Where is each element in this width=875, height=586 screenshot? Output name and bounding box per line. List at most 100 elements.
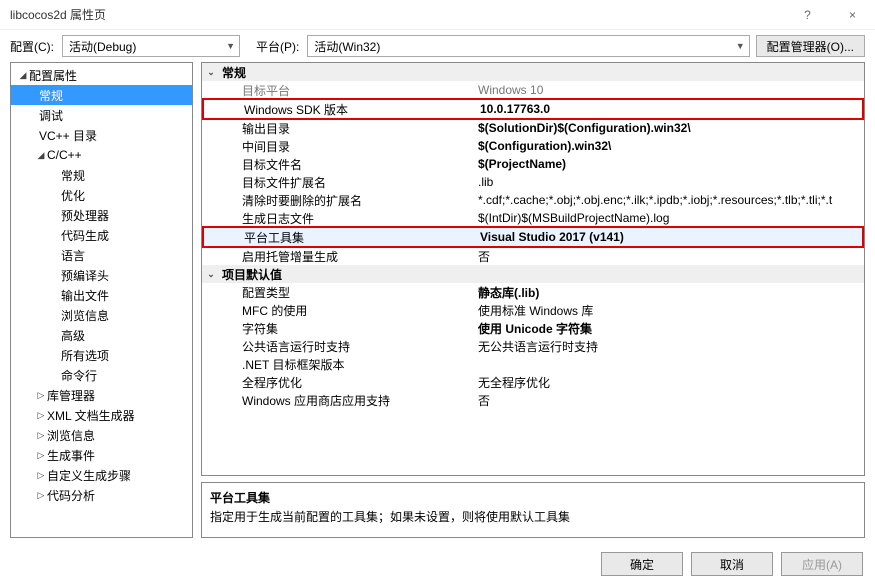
grid-row[interactable]: 清除时要删除的扩展名*.cdf;*.cache;*.obj;*.obj.enc;… xyxy=(202,191,864,209)
platform-value: 活动(Win32) xyxy=(314,38,729,55)
expand-icon: ▷ xyxy=(35,450,47,461)
property-label: 启用托管增量生成 xyxy=(220,248,472,265)
tree-item[interactable]: 所有选项 xyxy=(11,345,192,365)
property-value[interactable]: 无公共语言运行时支持 xyxy=(472,338,864,355)
nav-tree[interactable]: ◢配置属性 常规 调试 VC++ 目录 ◢C/C++ 常规 优化 预处理器 代码… xyxy=(10,62,193,538)
grid-row[interactable]: MFC 的使用使用标准 Windows 库 xyxy=(202,301,864,319)
property-value[interactable]: Windows 10 xyxy=(472,83,864,97)
property-label: 字符集 xyxy=(220,320,472,337)
tree-item-general[interactable]: 常规 xyxy=(11,85,192,105)
property-value[interactable]: $(SolutionDir)$(Configuration).win32\ xyxy=(472,121,864,135)
config-label: 配置(C): xyxy=(10,38,54,55)
grid-row[interactable]: 输出目录$(SolutionDir)$(Configuration).win32… xyxy=(202,119,864,137)
config-manager-button[interactable]: 配置管理器(O)... xyxy=(756,35,865,57)
grid-row[interactable]: 配置类型静态库(.lib) xyxy=(202,283,864,301)
property-label: 公共语言运行时支持 xyxy=(220,338,472,355)
tree-item[interactable]: 代码生成 xyxy=(11,225,192,245)
help-icon[interactable]: ? xyxy=(785,0,830,30)
tree-item[interactable]: ▷自定义生成步骤 xyxy=(11,465,192,485)
tree-item[interactable]: ▷代码分析 xyxy=(11,485,192,505)
property-label: 全程序优化 xyxy=(220,374,472,391)
tree-item[interactable]: 常规 xyxy=(11,165,192,185)
property-value[interactable]: *.cdf;*.cache;*.obj;*.obj.enc;*.ilk;*.ip… xyxy=(472,193,864,207)
window-title: libcocos2d 属性页 xyxy=(10,6,785,23)
tree-item[interactable]: 语言 xyxy=(11,245,192,265)
tree-item[interactable]: 预编译头 xyxy=(11,265,192,285)
property-label: 目标文件名 xyxy=(220,156,472,173)
grid-row[interactable]: 启用托管增量生成否 xyxy=(202,247,864,265)
grid-row[interactable]: .NET 目标框架版本 xyxy=(202,355,864,373)
description-text: 指定用于生成当前配置的工具集；如果未设置，则将使用默认工具集 xyxy=(210,508,856,525)
property-label: 生成日志文件 xyxy=(220,210,472,227)
property-value[interactable]: $(Configuration).win32\ xyxy=(472,139,864,153)
property-grid[interactable]: ⌄常规目标平台Windows 10Windows SDK 版本10.0.1776… xyxy=(201,62,865,476)
tree-item[interactable]: 优化 xyxy=(11,185,192,205)
grid-row[interactable]: 目标文件扩展名.lib xyxy=(202,173,864,191)
tree-item-debug[interactable]: 调试 xyxy=(11,105,192,125)
titlebar: libcocos2d 属性页 ? × xyxy=(0,0,875,30)
tree-item[interactable]: 浏览信息 xyxy=(11,305,192,325)
expand-icon: ▷ xyxy=(35,410,47,421)
grid-row[interactable]: 公共语言运行时支持无公共语言运行时支持 xyxy=(202,337,864,355)
apply-button[interactable]: 应用(A) xyxy=(781,552,863,576)
tree-item[interactable]: 预处理器 xyxy=(11,205,192,225)
grid-row[interactable]: 生成日志文件$(IntDir)$(MSBuildProjectName).log xyxy=(202,209,864,227)
close-icon[interactable]: × xyxy=(830,0,875,30)
property-value[interactable]: 无全程序优化 xyxy=(472,374,864,391)
property-value[interactable]: .lib xyxy=(472,175,864,189)
grid-row[interactable]: 平台工具集Visual Studio 2017 (v141) xyxy=(204,228,862,246)
description-title: 平台工具集 xyxy=(210,489,856,506)
tree-item[interactable]: ▷XML 文档生成器 xyxy=(11,405,192,425)
grid-row[interactable]: 中间目录$(Configuration).win32\ xyxy=(202,137,864,155)
property-label: MFC 的使用 xyxy=(220,302,472,319)
expand-icon: ▷ xyxy=(35,490,47,501)
platform-label: 平台(P): xyxy=(256,38,299,55)
tree-item[interactable]: 命令行 xyxy=(11,365,192,385)
grid-row[interactable]: 字符集使用 Unicode 字符集 xyxy=(202,319,864,337)
ok-button[interactable]: 确定 xyxy=(601,552,683,576)
property-value[interactable]: $(ProjectName) xyxy=(472,157,864,171)
property-label: 清除时要删除的扩展名 xyxy=(220,192,472,209)
chevron-down-icon: ▼ xyxy=(226,41,235,51)
grid-row[interactable]: Windows SDK 版本10.0.17763.0 xyxy=(204,100,862,118)
property-label: .NET 目标框架版本 xyxy=(220,356,472,373)
tree-item[interactable]: ▷库管理器 xyxy=(11,385,192,405)
tree-item[interactable]: ▷浏览信息 xyxy=(11,425,192,445)
property-value[interactable]: 否 xyxy=(472,392,864,409)
collapse-icon: ⌄ xyxy=(202,269,220,280)
grid-row[interactable]: 目标平台Windows 10 xyxy=(202,81,864,99)
property-label: 目标平台 xyxy=(220,82,472,99)
property-label: Windows 应用商店应用支持 xyxy=(220,392,472,409)
grid-section-header[interactable]: ⌄常规 xyxy=(202,63,864,81)
platform-dropdown[interactable]: 活动(Win32) ▼ xyxy=(307,35,749,57)
tree-item[interactable]: 高级 xyxy=(11,325,192,345)
tree-root[interactable]: ◢配置属性 xyxy=(11,65,192,85)
tree-item-cpp[interactable]: ◢C/C++ xyxy=(11,145,192,165)
expand-icon: ▷ xyxy=(35,430,47,441)
property-value[interactable]: 10.0.17763.0 xyxy=(474,102,862,116)
chevron-down-icon: ▼ xyxy=(736,41,745,51)
tree-item-vcdirs[interactable]: VC++ 目录 xyxy=(11,125,192,145)
property-label: 输出目录 xyxy=(220,120,472,137)
property-value[interactable]: $(IntDir)$(MSBuildProjectName).log xyxy=(472,211,864,225)
grid-row[interactable]: 目标文件名$(ProjectName) xyxy=(202,155,864,173)
tree-item[interactable]: 输出文件 xyxy=(11,285,192,305)
property-label: 平台工具集 xyxy=(222,229,474,246)
config-dropdown[interactable]: 活动(Debug) ▼ xyxy=(62,35,240,57)
grid-section-header[interactable]: ⌄项目默认值 xyxy=(202,265,864,283)
property-value[interactable]: 静态库(.lib) xyxy=(472,284,864,301)
property-value[interactable]: 否 xyxy=(472,248,864,265)
dialog-footer: 确定 取消 应用(A) xyxy=(601,552,863,576)
tree-item[interactable]: ▷生成事件 xyxy=(11,445,192,465)
expand-icon: ▷ xyxy=(35,390,47,401)
grid-row[interactable]: 全程序优化无全程序优化 xyxy=(202,373,864,391)
cancel-button[interactable]: 取消 xyxy=(691,552,773,576)
property-label: 中间目录 xyxy=(220,138,472,155)
collapse-icon: ⌄ xyxy=(202,67,220,78)
config-value: 活动(Debug) xyxy=(69,38,220,55)
property-value[interactable]: 使用 Unicode 字符集 xyxy=(472,320,864,337)
property-value[interactable]: 使用标准 Windows 库 xyxy=(472,302,864,319)
property-value[interactable]: Visual Studio 2017 (v141) xyxy=(474,230,862,244)
grid-row[interactable]: Windows 应用商店应用支持否 xyxy=(202,391,864,409)
property-label: 配置类型 xyxy=(220,284,472,301)
